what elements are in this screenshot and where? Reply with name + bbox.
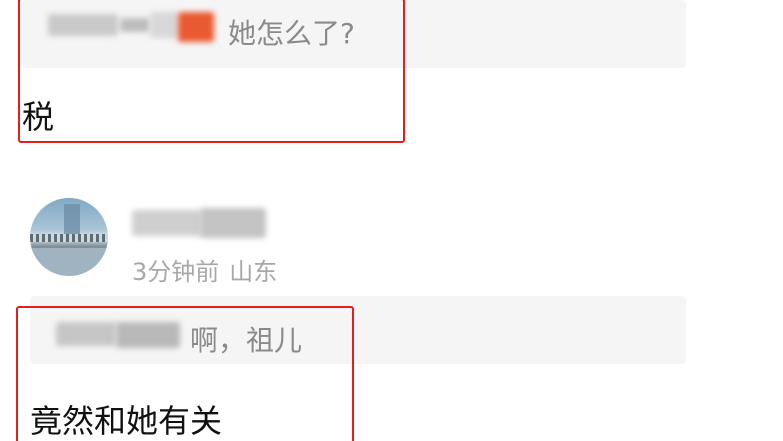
avatar[interactable] [30, 198, 108, 276]
blurred-username[interactable] [132, 210, 202, 236]
highlight-box [16, 306, 354, 441]
comment-meta: 3分钟前 山东 [132, 252, 277, 287]
comment-location: 山东 [229, 258, 278, 286]
avatar-bridge [30, 234, 108, 242]
comment-time: 3分钟前 [132, 258, 220, 286]
avatar-building [64, 204, 80, 238]
blurred-username[interactable] [200, 208, 266, 238]
avatar-water [30, 248, 108, 276]
highlight-box [18, 0, 405, 143]
comment-thread: 她怎么了? 税 3分钟前 山东 啊，祖儿 竟然和她有关 [0, 0, 783, 441]
